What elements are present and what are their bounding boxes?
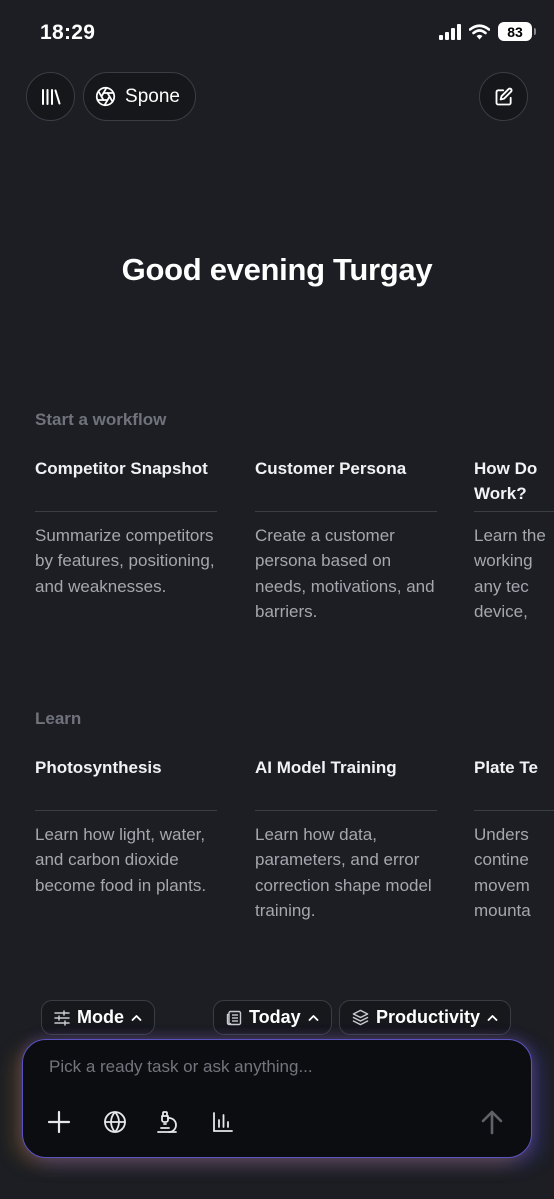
learn-card[interactable]: Photosynthesis Learn how light, water, a…: [35, 755, 217, 898]
learn-carousel[interactable]: Photosynthesis Learn how light, water, a…: [0, 755, 554, 955]
workflow-card[interactable]: Customer Persona Create a customer perso…: [255, 456, 437, 625]
card-divider: [255, 810, 437, 811]
card-description: Learn how light, water, and carbon dioxi…: [35, 825, 207, 895]
assistant-selector-button[interactable]: Spone: [83, 72, 196, 121]
greeting-heading: Good evening Turgay: [121, 252, 433, 287]
card-divider: [35, 511, 217, 512]
library-button[interactable]: [26, 72, 75, 121]
wifi-icon: [469, 23, 490, 39]
workflow-card[interactable]: Competitor Snapshot Summarize competitor…: [35, 456, 217, 599]
category-selector-chip[interactable]: Productivity: [339, 1000, 512, 1035]
date-filter-label: Today: [249, 1007, 301, 1027]
card-title: Competitor Snapshot: [35, 459, 208, 478]
battery-indicator: 83: [498, 22, 536, 41]
card-title: Photosynthesis: [35, 758, 162, 777]
mode-selector-chip[interactable]: Mode: [41, 1000, 155, 1035]
card-divider: [474, 511, 554, 512]
cellular-signal-icon: [439, 23, 461, 40]
card-description: Summarize competitors by features, posit…: [35, 526, 215, 596]
chevron-up-icon: [308, 1014, 319, 1021]
status-time: 18:29: [40, 21, 96, 44]
card-title: Customer Persona: [255, 459, 407, 478]
card-divider: [474, 810, 554, 811]
bar-chart-icon: [213, 1112, 233, 1132]
workflow-card[interactable]: How Do Work? Learn the working any tec d…: [474, 456, 554, 625]
arrow-up-icon: [481, 1110, 503, 1135]
prompt-input[interactable]: [49, 1054, 489, 1080]
card-divider: [255, 511, 437, 512]
send-button[interactable]: [476, 1106, 508, 1138]
learn-card[interactable]: Plate Te Unders contine movem mounta: [474, 755, 554, 924]
workflows-carousel[interactable]: Competitor Snapshot Summarize competitor…: [0, 456, 554, 656]
chevron-up-icon: [131, 1014, 142, 1021]
card-divider: [35, 810, 217, 811]
layers-icon: [352, 1009, 369, 1026]
new-chat-button[interactable]: [479, 72, 528, 121]
library-icon: [41, 88, 60, 105]
globe-icon: [104, 1111, 126, 1133]
assistant-name: Spone: [125, 85, 180, 107]
status-icons: 83: [439, 22, 536, 41]
card-title: AI Model Training: [255, 758, 397, 777]
compose-icon: [495, 87, 512, 105]
analytics-button[interactable]: [207, 1106, 239, 1138]
message-composer: [22, 1039, 532, 1158]
sliders-icon: [54, 1009, 70, 1026]
card-description: Learn how data, parameters, and error co…: [255, 825, 432, 921]
workflows-section-title: Start a workflow: [35, 410, 167, 429]
microscope-icon: [157, 1111, 177, 1133]
category-label: Productivity: [376, 1007, 481, 1027]
aperture-icon: [95, 86, 116, 107]
date-filter-chip[interactable]: Today: [213, 1000, 332, 1035]
mode-label: Mode: [77, 1007, 124, 1027]
add-attachment-button[interactable]: [43, 1106, 75, 1138]
card-title: How Do Work?: [474, 459, 538, 503]
research-button[interactable]: [151, 1106, 183, 1138]
learn-section-title: Learn: [35, 709, 82, 728]
card-title: Plate Te: [474, 758, 538, 777]
web-search-button[interactable]: [99, 1106, 131, 1138]
card-description: Create a customer persona based on needs…: [255, 526, 435, 622]
card-description: Unders contine movem mounta: [474, 825, 531, 921]
card-description: Learn the working any tec device,: [474, 526, 546, 622]
plus-icon: [47, 1110, 71, 1134]
chevron-up-icon: [487, 1014, 498, 1021]
status-bar: 18:29 83: [0, 0, 554, 66]
newspaper-icon: [226, 1010, 242, 1025]
learn-card[interactable]: AI Model Training Learn how data, parame…: [255, 755, 437, 924]
